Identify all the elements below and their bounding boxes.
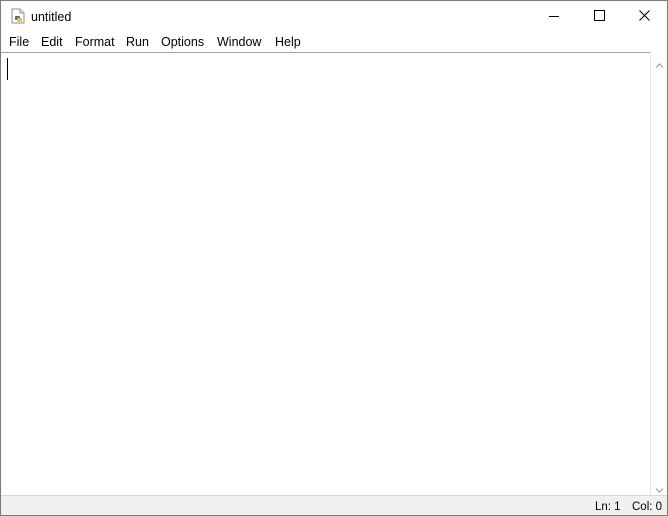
minimize-icon (549, 8, 559, 26)
menu-edit[interactable]: Edit (41, 34, 63, 50)
close-icon (638, 8, 650, 26)
chevron-down-icon[interactable] (655, 482, 664, 493)
python-file-icon (10, 8, 26, 24)
window-title: untitled (31, 10, 72, 24)
text-caret (7, 58, 8, 80)
line-number: Ln: 1 (595, 501, 621, 513)
menu-format[interactable]: Format (75, 34, 115, 50)
menu-bar: File Edit Format Run Options Window Help (1, 32, 667, 52)
code-editor[interactable] (1, 52, 650, 496)
idle-editor-window: untitled File Edit Format Run Options Wi… (0, 0, 668, 516)
maximize-button[interactable] (576, 1, 622, 32)
maximize-icon (593, 8, 605, 26)
vertical-scrollbar[interactable] (650, 52, 667, 495)
close-button[interactable] (621, 1, 667, 32)
chevron-up-icon[interactable] (655, 57, 664, 68)
menu-help[interactable]: Help (275, 34, 301, 50)
column-number: Col: 0 (632, 501, 663, 513)
menu-window[interactable]: Window (217, 34, 261, 50)
menu-file[interactable]: File (9, 34, 29, 50)
menu-options[interactable]: Options (161, 34, 204, 50)
title-bar[interactable]: untitled (1, 1, 667, 32)
minimize-button[interactable] (531, 1, 577, 32)
status-bar: Ln: 1 Col: 0 (1, 495, 667, 515)
menu-run[interactable]: Run (126, 34, 149, 50)
